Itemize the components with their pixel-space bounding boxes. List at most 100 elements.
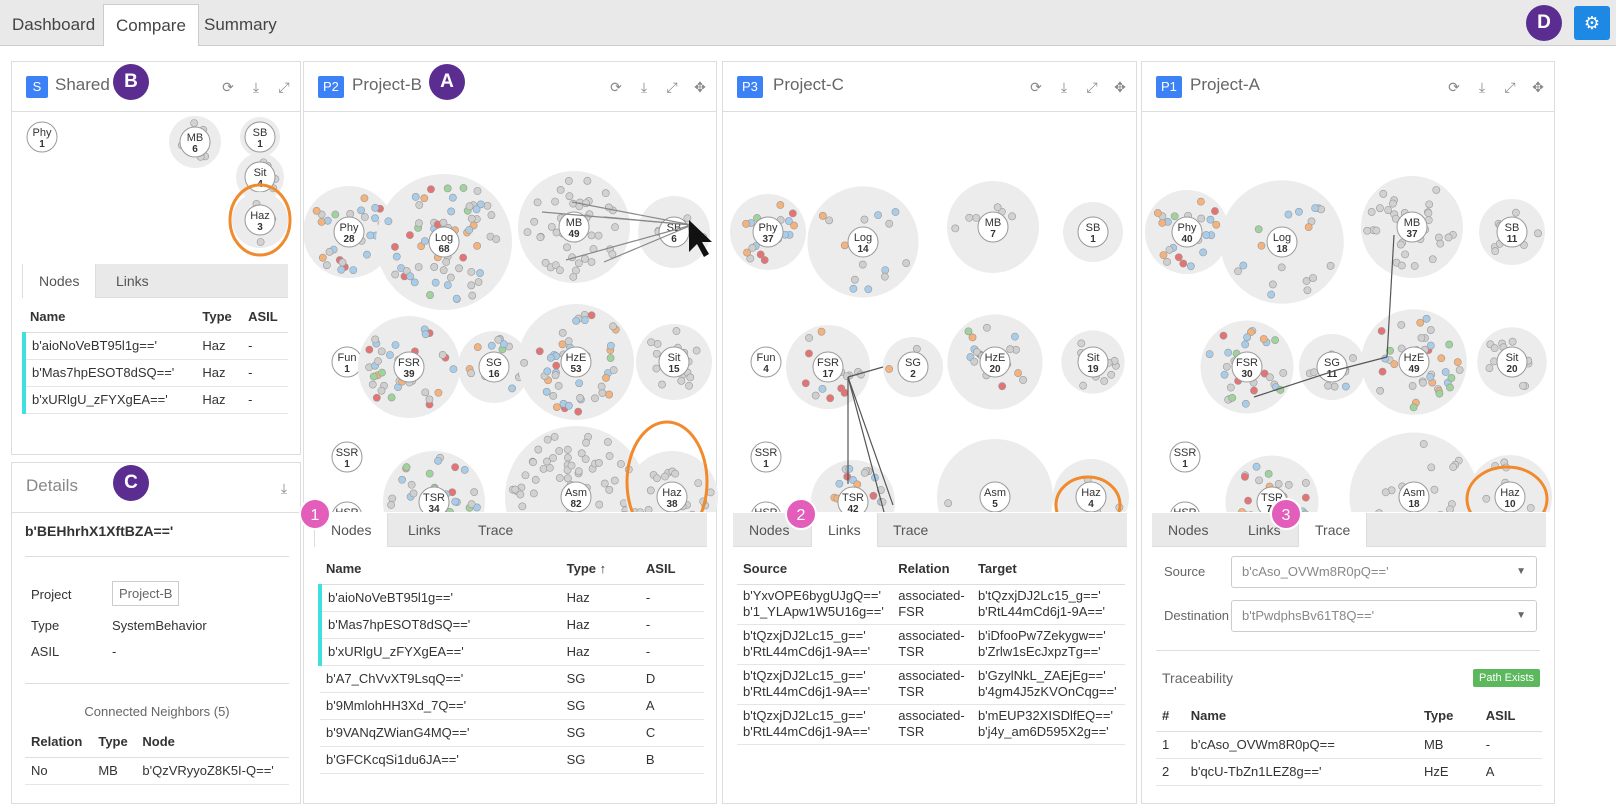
graph-node[interactable] (386, 351, 394, 359)
graph-node[interactable] (1243, 333, 1252, 342)
graph-node[interactable] (190, 119, 199, 127)
graph-node[interactable] (1259, 335, 1268, 343)
graph-node[interactable] (1326, 261, 1335, 270)
tab-trace[interactable]: Trace (462, 513, 529, 547)
graph-node[interactable] (425, 469, 434, 478)
graph-node[interactable] (1485, 364, 1494, 372)
graph-node[interactable] (363, 250, 371, 259)
table-row[interactable]: b'aioNoVeBT95l1g==' Haz - (318, 584, 704, 612)
graph-node[interactable] (826, 394, 835, 403)
graph-node[interactable] (606, 341, 615, 350)
graph-node[interactable] (972, 213, 981, 222)
graph-node[interactable] (543, 435, 552, 444)
graph-node[interactable] (346, 210, 355, 218)
graph-node[interactable] (756, 250, 765, 259)
graph-node[interactable] (551, 371, 560, 380)
graph-node[interactable] (685, 381, 693, 390)
tab-nodes[interactable]: Nodes (22, 264, 97, 298)
graph-node[interactable] (606, 354, 615, 362)
graph-node[interactable] (523, 228, 532, 237)
graph-node[interactable] (902, 259, 911, 268)
graph-node[interactable] (692, 346, 701, 355)
graph-node[interactable] (845, 464, 854, 473)
graph-node[interactable] (1302, 277, 1311, 285)
graph-node[interactable] (600, 479, 609, 488)
graph-node[interactable] (1419, 378, 1427, 387)
graph-node[interactable] (1381, 488, 1390, 497)
graph-node[interactable] (683, 214, 692, 223)
graph-node[interactable] (1453, 358, 1462, 367)
move-icon[interactable]: ✥ (1112, 79, 1128, 96)
graph-node[interactable] (421, 388, 430, 397)
graph-node[interactable] (646, 486, 655, 495)
col-name[interactable]: Name (24, 302, 197, 333)
graph-node[interactable] (556, 266, 564, 275)
graph-node[interactable] (672, 327, 681, 335)
graph-node[interactable] (1271, 336, 1279, 345)
graph-node[interactable] (864, 285, 873, 294)
graph-node[interactable] (434, 388, 443, 397)
settings-button[interactable]: ⚙ (1574, 6, 1610, 40)
graph-node[interactable] (1341, 382, 1350, 391)
destination-select[interactable]: b'tPwdphsBv61T8Q==' ▼ (1231, 600, 1537, 632)
graph-node[interactable] (392, 252, 401, 261)
graph-node[interactable] (427, 185, 435, 194)
graph-node[interactable] (860, 468, 869, 477)
graph-node[interactable] (572, 316, 581, 325)
graph-node[interactable] (801, 379, 810, 388)
graph-node[interactable] (825, 216, 834, 225)
graph-node[interactable] (1255, 476, 1263, 485)
graph-node[interactable] (1241, 340, 1250, 349)
expand-icon[interactable]: ⤢ (276, 79, 292, 96)
graph-node[interactable] (1159, 251, 1168, 260)
graph-node[interactable] (1410, 262, 1419, 270)
tab-links[interactable]: Links (811, 513, 878, 547)
graph-node[interactable] (851, 275, 859, 284)
graph-node[interactable] (406, 231, 414, 240)
graph-node[interactable] (1379, 189, 1388, 198)
graph-node[interactable] (840, 241, 849, 250)
graph-node[interactable] (446, 273, 455, 282)
graph-node[interactable] (459, 253, 468, 262)
graph-node[interactable] (467, 369, 476, 378)
graph-node[interactable] (1376, 386, 1385, 395)
graph-node[interactable] (564, 401, 573, 410)
graph-node[interactable] (1224, 348, 1233, 357)
graph-node[interactable] (556, 186, 565, 194)
graph-node[interactable] (835, 479, 844, 488)
graph-node[interactable] (1267, 290, 1276, 299)
graph-node[interactable] (1170, 212, 1179, 221)
graph-node[interactable] (371, 214, 379, 223)
graph-node[interactable] (1234, 267, 1242, 276)
graph-node[interactable] (563, 453, 572, 462)
graph-node[interactable] (1310, 368, 1318, 377)
graph-node[interactable] (1212, 220, 1221, 229)
tab-links[interactable]: Links (100, 264, 165, 298)
graph-node[interactable] (1426, 373, 1435, 381)
graph-node[interactable] (474, 278, 483, 286)
graph-node[interactable] (448, 193, 457, 202)
graph-node[interactable] (818, 384, 827, 393)
graph-node[interactable] (609, 322, 617, 331)
tab-compare[interactable]: Compare (103, 4, 199, 46)
graph-node[interactable] (409, 489, 418, 498)
graph-node[interactable] (1377, 327, 1386, 335)
graph-node[interactable] (349, 266, 358, 275)
graph-node[interactable] (1228, 393, 1237, 402)
graph-node[interactable] (1311, 204, 1320, 213)
graph-node[interactable] (594, 231, 603, 240)
graph-node[interactable] (1424, 209, 1433, 218)
table-row[interactable]: b'Mas7hpESOT8dSQ==' Haz - (318, 611, 704, 639)
graph-node[interactable] (1153, 209, 1162, 217)
graph-node[interactable] (1401, 250, 1409, 259)
graph-node[interactable] (686, 373, 695, 382)
shared-graph[interactable]: Phy1MB6SB1Sit4Haz3 (12, 112, 302, 262)
graph-node[interactable] (611, 223, 619, 232)
graph-node[interactable] (581, 255, 589, 263)
graph-node[interactable] (377, 347, 386, 356)
graph-node[interactable] (558, 328, 567, 337)
graph-node[interactable] (565, 192, 574, 201)
graph-node[interactable] (337, 265, 346, 274)
graph-node[interactable] (582, 438, 590, 447)
graph-node[interactable] (583, 176, 592, 185)
